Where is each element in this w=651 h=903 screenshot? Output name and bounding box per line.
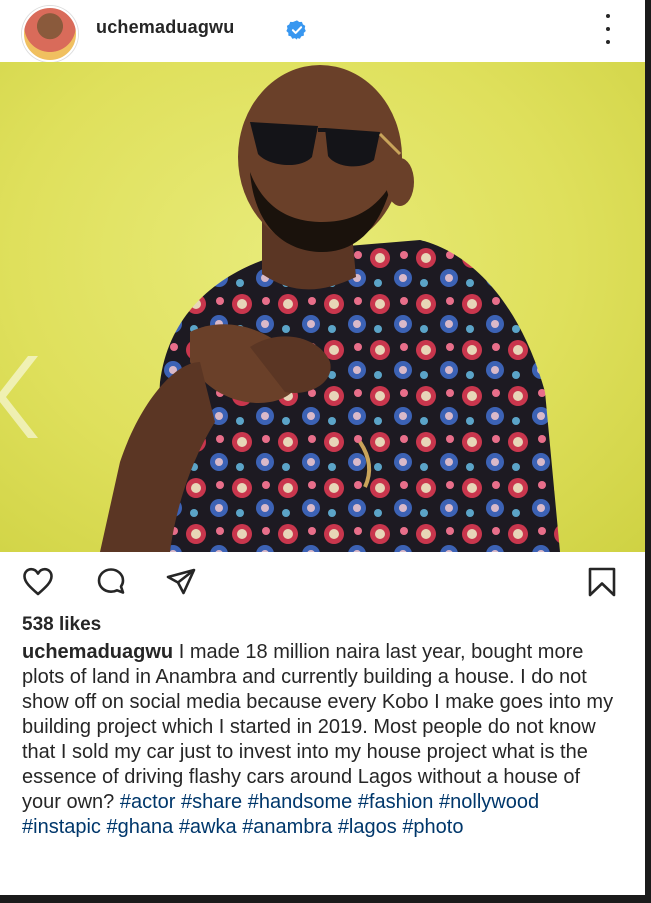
hashtag[interactable]: #lagos (338, 816, 397, 838)
post-photo[interactable] (0, 62, 645, 552)
portrait-illustration (100, 65, 560, 552)
hashtag[interactable]: #handsome (248, 791, 353, 813)
screen-edge-bottom (0, 895, 651, 903)
verified-badge-icon (286, 20, 306, 40)
caption-username[interactable]: uchemaduagwu (22, 641, 173, 663)
hashtag[interactable]: #ghana (107, 816, 174, 838)
hashtag[interactable]: #share (181, 791, 242, 813)
hashtag[interactable]: #anambra (242, 816, 332, 838)
post-username[interactable]: uchemaduagwu (96, 17, 234, 38)
action-bar (0, 560, 645, 604)
instagram-post: uchemaduagwu 538 likes uchemaduagwu I ma… (0, 0, 645, 895)
hashtag[interactable]: #actor (120, 791, 176, 813)
post-header: uchemaduagwu (0, 0, 645, 62)
post-caption: uchemaduagwu I made 18 million naira las… (22, 640, 622, 840)
likes-count[interactable]: 538 likes (22, 614, 101, 636)
caption-text: I made 18 million naira last year, bough… (22, 641, 614, 813)
more-options-icon[interactable] (598, 14, 618, 44)
screen-edge-right (645, 0, 651, 903)
hashtag[interactable]: #fashion (358, 791, 434, 813)
comment-icon[interactable] (95, 566, 127, 598)
hashtag[interactable]: #nollywood (439, 791, 539, 813)
chevron-left-icon[interactable] (0, 352, 40, 442)
heart-icon[interactable] (22, 566, 54, 598)
hashtag[interactable]: #instapic (22, 816, 101, 838)
avatar[interactable] (22, 6, 78, 62)
send-icon[interactable] (165, 566, 197, 598)
bookmark-icon[interactable] (586, 566, 618, 598)
hashtag[interactable]: #awka (179, 816, 237, 838)
hashtag[interactable]: #photo (402, 816, 463, 838)
